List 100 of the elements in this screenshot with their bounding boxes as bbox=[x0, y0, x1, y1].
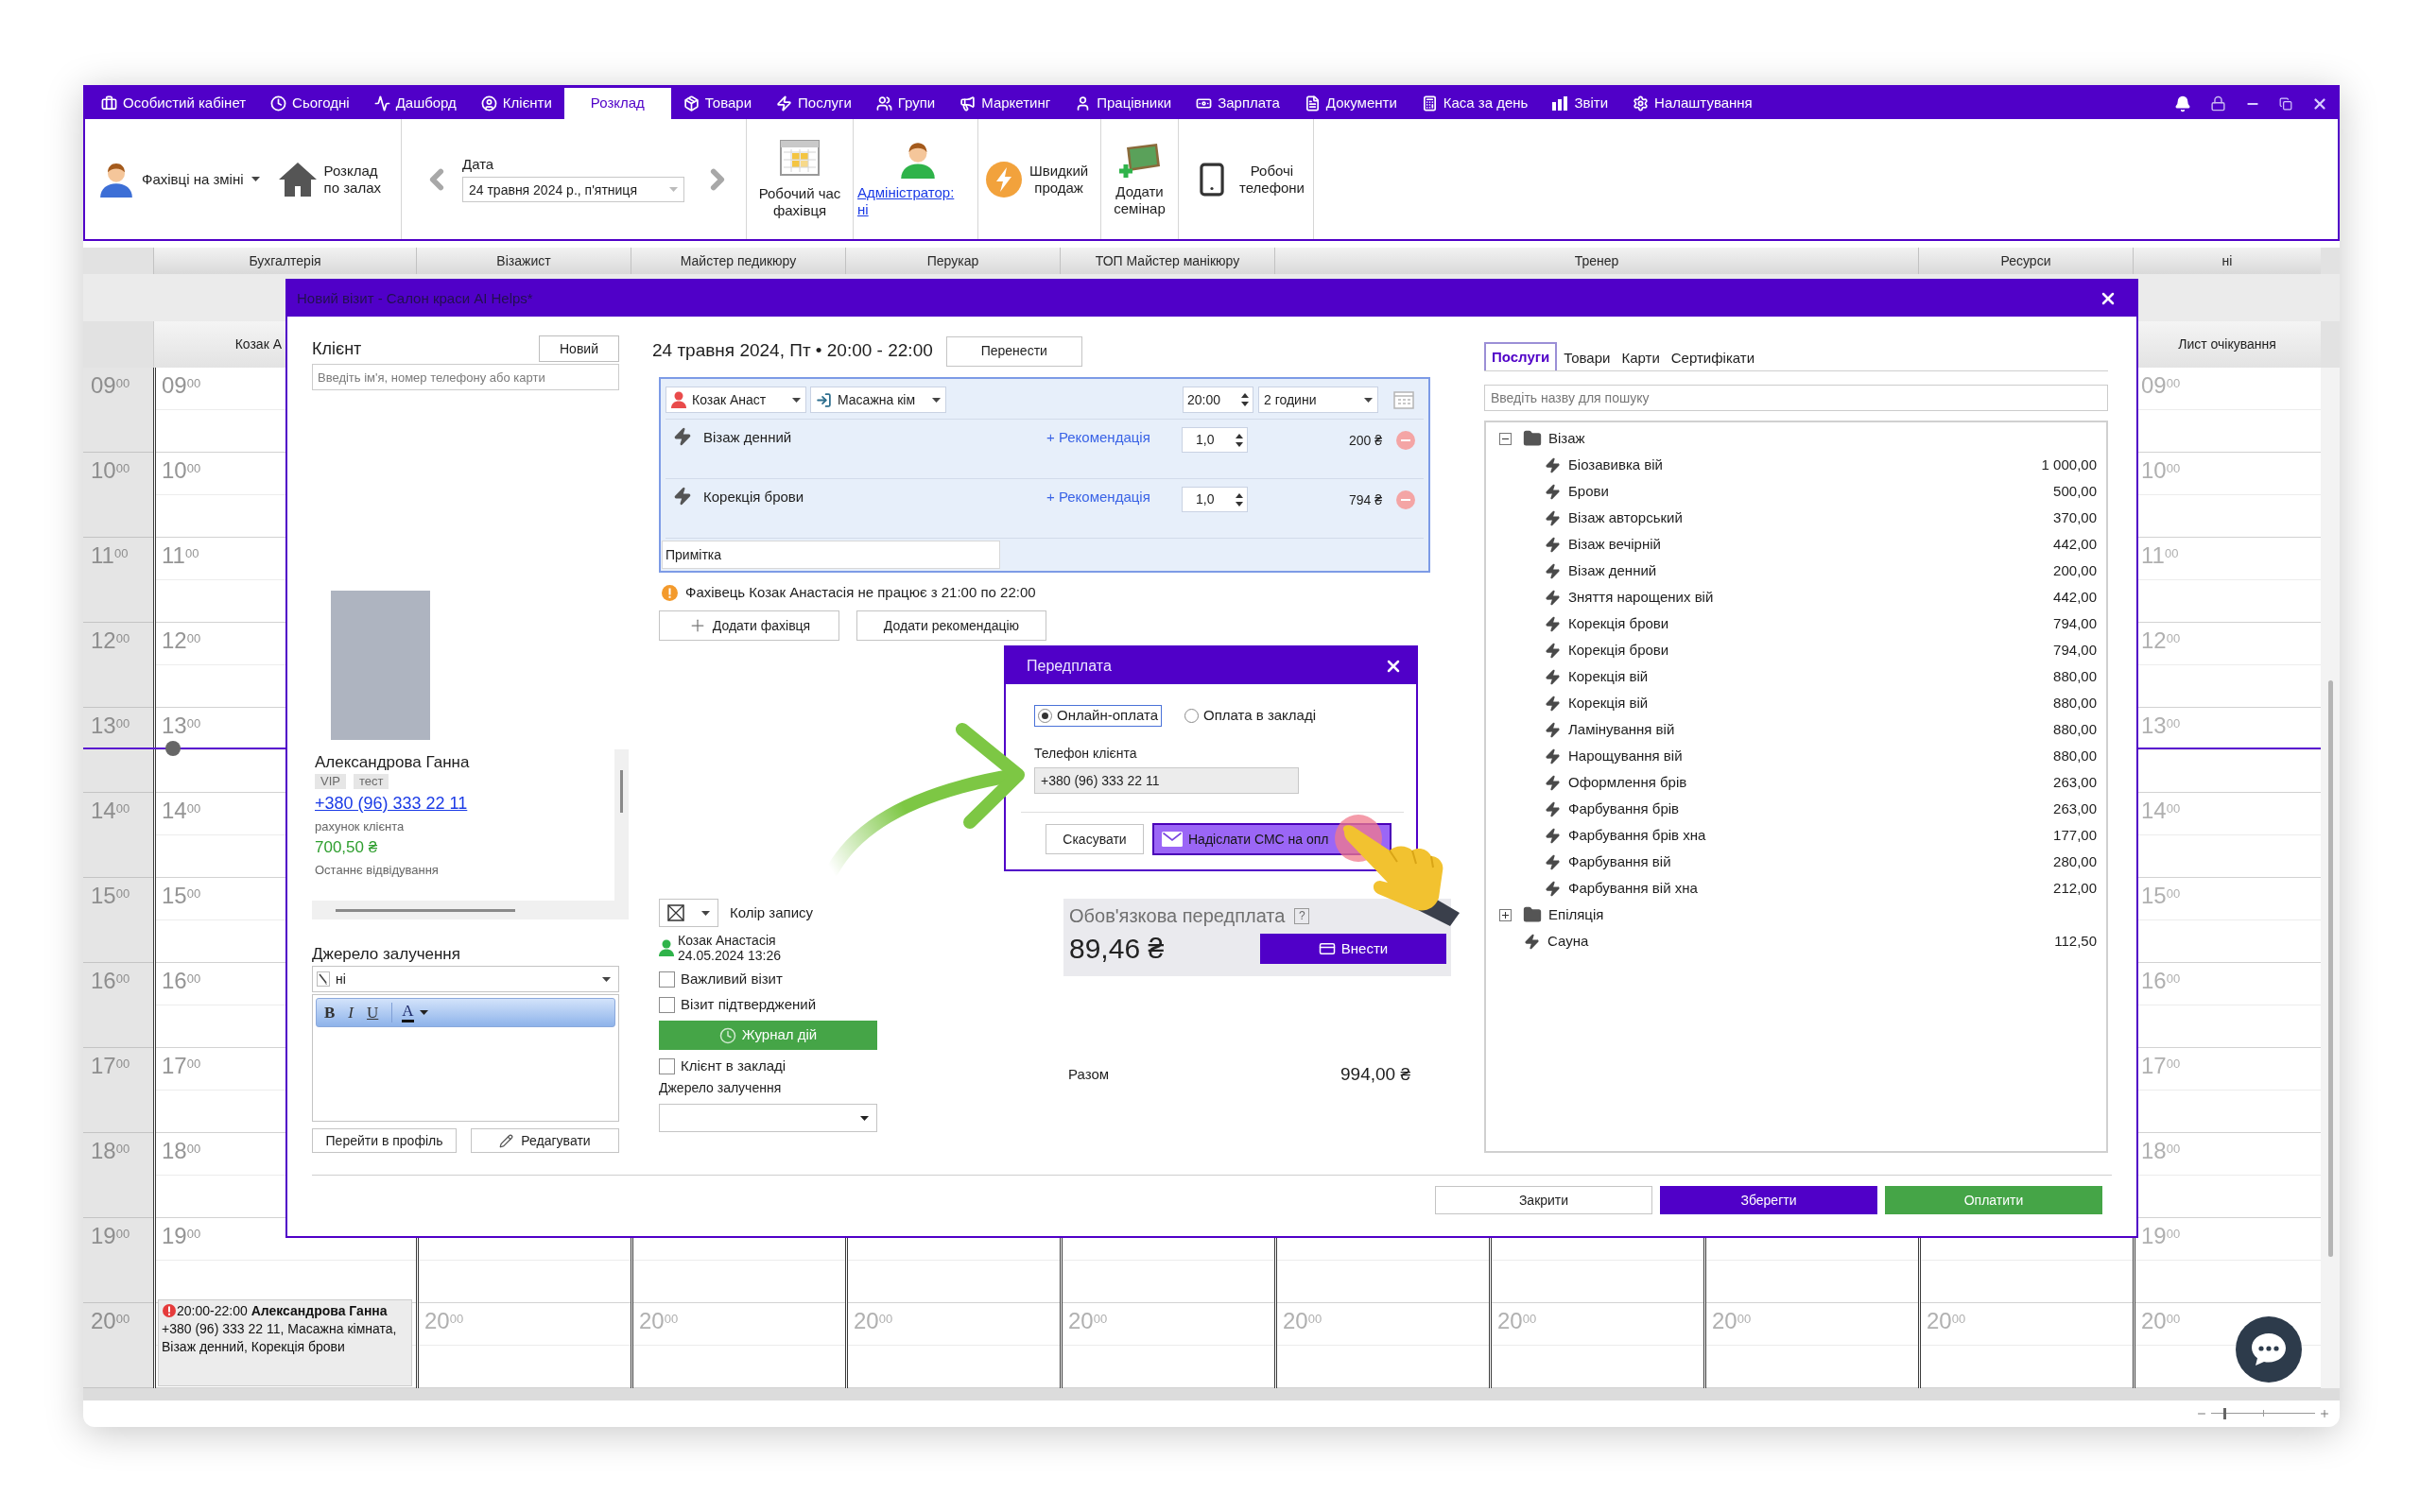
service-name[interactable]: Візаж вечірній bbox=[1568, 533, 1661, 556]
menu-tab[interactable]: Товари bbox=[670, 88, 765, 119]
service-name[interactable]: Фарбування вій хна bbox=[1568, 877, 1698, 900]
checkbox[interactable] bbox=[659, 971, 675, 988]
add-seminar-button[interactable]: Додати семінар bbox=[1114, 141, 1166, 217]
staff-on-shift-button[interactable]: Фахівці на зміні bbox=[98, 161, 260, 198]
menu-tab[interactable]: Розклад bbox=[563, 88, 671, 119]
start-time-field[interactable]: 20:00 bbox=[1183, 387, 1253, 413]
add-specialist-button[interactable]: Додати фахівця bbox=[659, 610, 839, 641]
menu-tab[interactable]: Документи bbox=[1291, 88, 1409, 119]
radio-button[interactable] bbox=[1184, 709, 1199, 723]
service-name[interactable]: Оформлення брів bbox=[1568, 771, 1687, 794]
service-name[interactable]: Корекція брови bbox=[1568, 612, 1669, 635]
menu-tab[interactable]: Клієнти bbox=[468, 88, 564, 119]
specialist-dropdown[interactable]: Козак Анаст bbox=[666, 387, 806, 413]
menu-tab[interactable]: Особистий кабінет bbox=[89, 88, 259, 119]
move-button[interactable]: Перенести bbox=[945, 335, 1082, 367]
recommendation-link[interactable]: + Рекомендація bbox=[1046, 427, 1182, 449]
spinner-arrows-icon[interactable] bbox=[1236, 432, 1243, 448]
menu-tab[interactable]: Послуги bbox=[764, 88, 864, 119]
service-name[interactable]: Сауна bbox=[1547, 930, 1589, 953]
cancel-button[interactable]: Скасувати bbox=[1046, 824, 1144, 854]
edit-button[interactable]: Редагувати bbox=[471, 1128, 619, 1153]
bold-button[interactable]: B bbox=[324, 1000, 336, 1025]
service-name[interactable]: Візаж денний bbox=[1568, 559, 1657, 582]
catalog-tab[interactable]: Послуги bbox=[1484, 342, 1558, 370]
service-name[interactable]: Фарбування брів хна bbox=[1568, 824, 1706, 847]
room-dropdown[interactable]: Масажна кім bbox=[810, 387, 946, 413]
scrollbar-thumb[interactable] bbox=[620, 770, 623, 813]
record-color-dropdown[interactable] bbox=[659, 899, 718, 927]
bell-icon[interactable] bbox=[2174, 94, 2191, 112]
minus-box-icon[interactable] bbox=[1499, 432, 1512, 445]
lock-icon[interactable] bbox=[2210, 95, 2226, 112]
service-name[interactable]: Ламінування вій bbox=[1568, 718, 1675, 741]
profile-button[interactable]: Перейти в профіль bbox=[312, 1128, 457, 1153]
service-name[interactable]: Фарбування брів bbox=[1568, 798, 1680, 820]
menu-tab[interactable]: Групи bbox=[863, 88, 948, 119]
quantity-field[interactable]: 1,0 bbox=[1182, 427, 1248, 453]
comment-editor[interactable]: B I U A bbox=[312, 994, 619, 1122]
deposit-button[interactable]: Внести bbox=[1260, 934, 1446, 964]
recommendation-link[interactable]: + Рекомендація bbox=[1046, 487, 1182, 508]
folder-name[interactable]: Візаж bbox=[1548, 427, 1585, 450]
save-button[interactable]: Зберегти bbox=[1660, 1186, 1877, 1214]
payment-option[interactable]: Онлайн-оплата bbox=[1034, 705, 1162, 727]
service-name[interactable]: Корекція брови bbox=[1568, 639, 1669, 662]
chat-icon[interactable] bbox=[2236, 1316, 2302, 1383]
service-name[interactable]: Зняття нарощених вій bbox=[1568, 586, 1714, 609]
zoom-slider[interactable] bbox=[2211, 1408, 2315, 1419]
zoom-in-icon[interactable] bbox=[2319, 1408, 2330, 1419]
work-phones-button[interactable]: Робочі телефони bbox=[1194, 161, 1305, 198]
menu-tab[interactable]: Маркетинг bbox=[947, 88, 1063, 119]
note-field[interactable]: Примітка bbox=[662, 541, 1000, 569]
menu-tab[interactable]: Сьогодні bbox=[258, 88, 362, 119]
catalog-tab[interactable]: Сертифікати bbox=[1666, 346, 1760, 370]
menu-tab[interactable]: Працівники bbox=[1063, 88, 1184, 119]
menu-tab[interactable]: Зарплата bbox=[1184, 88, 1292, 119]
menu-tab[interactable]: Дашборд bbox=[361, 88, 469, 119]
quick-sale-button[interactable]: Швидкий продаж bbox=[986, 161, 1089, 198]
checkbox[interactable] bbox=[659, 1057, 675, 1074]
halls-schedule-button[interactable]: Розклад по залах bbox=[276, 160, 382, 198]
checkbox[interactable] bbox=[659, 996, 675, 1013]
close-button[interactable]: Закрити bbox=[1435, 1186, 1652, 1214]
service-name[interactable]: Корекція вій bbox=[1568, 692, 1649, 714]
catalog-tab[interactable]: Товари bbox=[1559, 346, 1616, 370]
service-name[interactable]: Нарощування вій bbox=[1568, 745, 1683, 767]
client-search-field[interactable]: Введіть ім'я, номер телефону або карти bbox=[312, 364, 619, 390]
service-name[interactable]: Брови bbox=[1568, 480, 1609, 503]
text-color-button[interactable]: A bbox=[391, 1003, 428, 1022]
italic-button[interactable]: I bbox=[348, 1000, 354, 1025]
event-card[interactable]: 20:00-22:00 Александрова Ганна +380 (96) 333 22 11, Масажна кімната, Візаж денний, Корекція брови bbox=[158, 1299, 412, 1386]
spinner-arrows-icon[interactable] bbox=[1241, 392, 1249, 407]
quantity-field[interactable]: 1,0 bbox=[1182, 487, 1248, 512]
folder-name[interactable]: Епіляція bbox=[1548, 903, 1604, 926]
phone-field[interactable]: +380 (96) 333 22 11 bbox=[1034, 767, 1299, 794]
work-time-button[interactable]: Робочий час фахівця bbox=[758, 139, 841, 219]
service-name[interactable]: Корекція вій bbox=[1568, 665, 1649, 688]
catalog-search-field[interactable]: Введіть назву для пошуку bbox=[1484, 385, 2108, 411]
service-name[interactable]: Візаж авторський bbox=[1568, 507, 1683, 529]
service-name[interactable]: Фарбування вій bbox=[1568, 850, 1671, 873]
date-dropdown[interactable]: 24 травня 2024 р., п'ятниця bbox=[462, 177, 684, 202]
menu-tab[interactable]: Налаштування bbox=[1620, 88, 1765, 119]
service-name[interactable]: Біозавивка вій bbox=[1568, 454, 1663, 476]
client-phone-link[interactable]: +380 (96) 333 22 11 bbox=[315, 793, 468, 814]
radio-button[interactable] bbox=[1038, 709, 1052, 723]
spinner-arrows-icon[interactable] bbox=[1236, 491, 1243, 507]
add-recommendation-button[interactable]: Додати рекомендацію bbox=[856, 610, 1046, 641]
catalog-tab[interactable]: Карти bbox=[1616, 346, 1665, 370]
plus-box-icon[interactable] bbox=[1499, 908, 1512, 921]
source-dropdown[interactable]: ні bbox=[312, 966, 619, 992]
payment-option[interactable]: Оплата в закладі bbox=[1181, 705, 1321, 727]
underline-button[interactable]: U bbox=[367, 1000, 379, 1025]
help-icon[interactable]: ? bbox=[1294, 907, 1310, 924]
restore-icon[interactable] bbox=[2279, 96, 2292, 111]
administrator-link[interactable]: Адміністратор: ні bbox=[857, 183, 977, 218]
menu-tab[interactable]: Звіти bbox=[1540, 88, 1621, 119]
scrollbar-thumb[interactable] bbox=[2328, 680, 2333, 1257]
scrollbar-thumb[interactable] bbox=[336, 908, 515, 912]
menu-tab[interactable]: Каса за день bbox=[1409, 88, 1541, 119]
new-client-button[interactable]: Новий bbox=[539, 335, 619, 362]
duration-dropdown[interactable]: 2 години bbox=[1258, 387, 1378, 413]
